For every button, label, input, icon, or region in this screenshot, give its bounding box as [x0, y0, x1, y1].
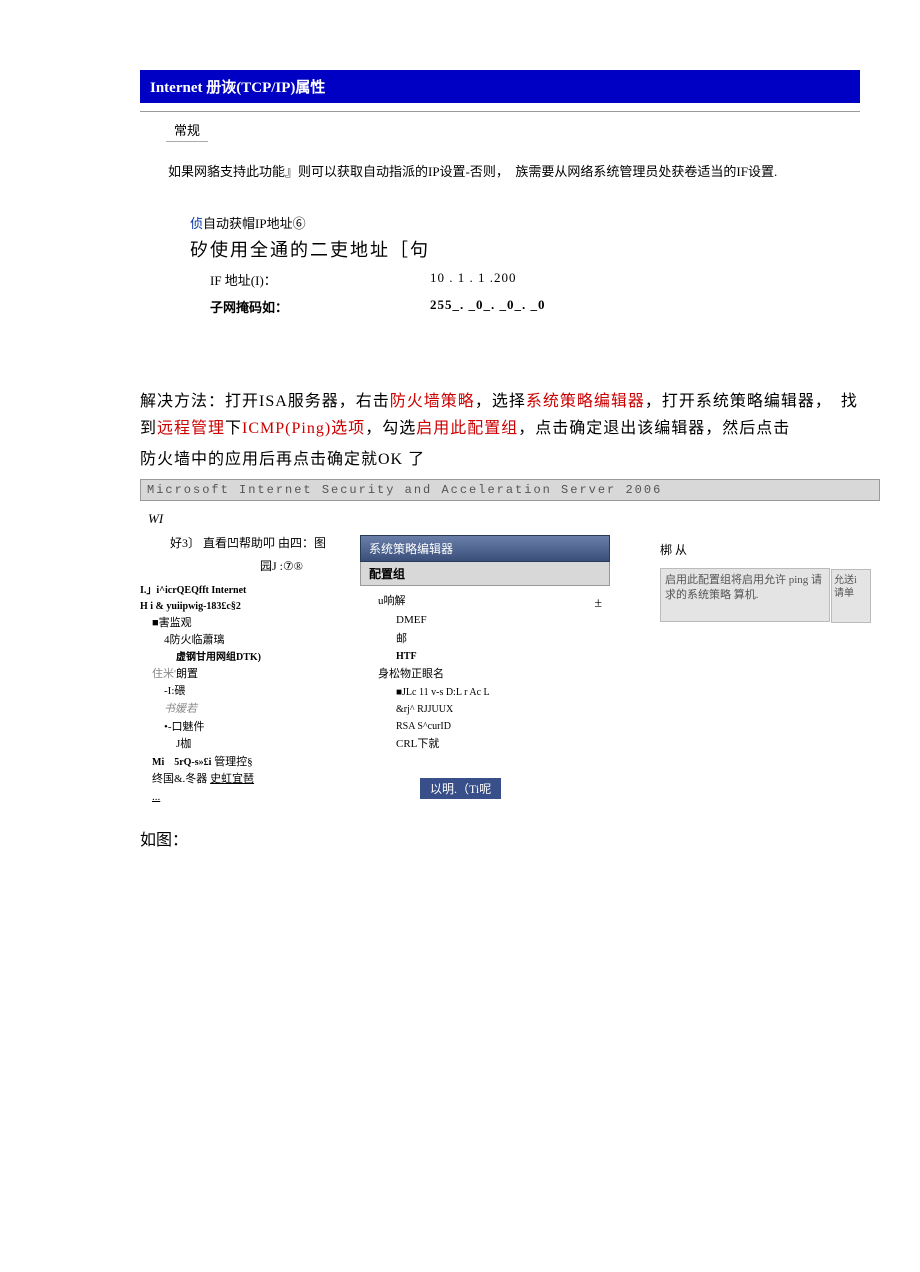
- isa-toolbar-row[interactable]: 园J :⑦®: [260, 557, 360, 576]
- tree-node-6[interactable]: 书媛若: [164, 701, 360, 719]
- isa-menu-row[interactable]: 好3〕 直看凹帮助叩 由四：图: [170, 534, 360, 553]
- spe-item-dmef[interactable]: DMEF: [396, 611, 602, 630]
- spe-item-6[interactable]: ■JLc 11 v-s D:L r Ac L: [396, 684, 602, 701]
- radio-auto-ip-label: 自动获帽IP地址⑥: [203, 216, 306, 231]
- figure-caption: 如图：: [140, 826, 860, 850]
- system-policy-editor: 系统策略编辑器 配置组 u响解± DMEF 邮 HTF 身松物正眼名 ■JLc …: [360, 535, 610, 798]
- right-description-box: 启用此配置组将启用允许 ping 请求的系统策略 算机. 允送i 请单: [660, 568, 830, 622]
- tree-node-10[interactable]: 终国&.冬器 史虹宜琶: [152, 771, 360, 789]
- right-tab-label[interactable]: 梆 从: [660, 541, 830, 558]
- ip-address-value[interactable]: 10 . 1 . 1 .200: [430, 270, 517, 289]
- spe-titlebar: 系统策略编辑器: [360, 535, 610, 562]
- tree-node-config[interactable]: 住米'朗置: [152, 666, 360, 684]
- solution-paragraph-2: 防火墙中的应用后再点击确定就OK 了: [140, 446, 860, 473]
- tab-general[interactable]: 常规: [166, 118, 208, 142]
- isa-titlebar: Microsoft Internet Security and Accelera…: [140, 479, 880, 501]
- tcpip-description: 如果网貉支持此功能』则可以获取自动指派的IP设置-否则， 族需要从网络系统管理员…: [168, 162, 832, 183]
- spe-item-auth[interactable]: 身松物正眼名: [378, 665, 602, 684]
- solution-paragraph: 解决方法：打开ISA服务器，右击防火墙策略，选择系统策略编辑器，打开系统策略编辑…: [140, 388, 860, 442]
- tree-node-7[interactable]: •-口魅件: [164, 719, 360, 737]
- tree-node-monitor[interactable]: ■害监观: [152, 615, 360, 633]
- subnet-mask-label: 子网掩码如：: [210, 297, 430, 316]
- tcpip-panel: 常规 如果网貉支持此功能』则可以获取自动指派的IP设置-否则， 族需要从网络系统…: [140, 111, 860, 364]
- spe-item-crl[interactable]: CRL下就: [396, 735, 602, 754]
- spe-item-htf[interactable]: HTF: [396, 648, 602, 665]
- tree-node-5[interactable]: -I:碨: [164, 683, 360, 701]
- isa-window: Microsoft Internet Security and Accelera…: [140, 479, 880, 810]
- tree-node-8[interactable]: J枷: [176, 736, 360, 754]
- ip-address-label: IF 地址(I)：: [210, 270, 430, 289]
- tree-node-server[interactable]: H i & yuiipwig-183£c§2: [140, 599, 360, 615]
- tree-node-9[interactable]: Mi 5rQ-s»£i 管理控§: [152, 754, 360, 772]
- ip-address-row: IF 地址(I)： 10 . 1 . 1 .200: [210, 270, 840, 289]
- tcpip-titlebar: Internet 册诙(TCP/IP)属性: [140, 70, 860, 103]
- wi-label: WI: [148, 509, 360, 530]
- tree-node-firewall[interactable]: 4防火临蕭璃: [164, 632, 360, 650]
- radio-auto-ip-prefix: 侦: [190, 216, 203, 231]
- spe-item-7[interactable]: &rj^ RJJUUX: [396, 701, 602, 718]
- ok-button[interactable]: 以明.（Ti呢: [420, 778, 501, 799]
- spe-item-1[interactable]: u响解±: [378, 592, 602, 611]
- subnet-mask-value[interactable]: 255_. _0_. _0_. _0: [430, 297, 546, 316]
- tree-node-ellipsis[interactable]: ...: [152, 789, 360, 807]
- radio-use-ip[interactable]: 矽使用全通的二吏地址［句: [190, 236, 840, 262]
- tree-root-internet[interactable]: I.」i^icrQEQfft Internet: [140, 583, 360, 599]
- radio-auto-ip[interactable]: 侦自动获帽IP地址⑥: [190, 213, 840, 232]
- spe-right-panel: 梆 从 启用此配置组将启用允许 ping 请求的系统策略 算机. 允送i 请单: [660, 541, 830, 622]
- subnet-mask-row: 子网掩码如： 255_. _0_. _0_. _0: [210, 297, 840, 316]
- right-description-box2: 允送i 请单: [831, 569, 871, 623]
- tree-node-dtk[interactable]: 虚钢甘用网组DTK): [176, 650, 360, 666]
- isa-tree-panel: WI 好3〕 直看凹帮助叩 由四：图 园J :⑦® I.」i^icrQEQfft…: [140, 505, 360, 806]
- expand-icon[interactable]: ±: [594, 592, 602, 616]
- spe-item-mail[interactable]: 邮: [396, 630, 602, 649]
- spe-item-rsa[interactable]: RSA S^curID: [396, 718, 602, 735]
- spe-config-group-header: 配置组: [360, 562, 610, 586]
- spe-list: u响解± DMEF 邮 HTF 身松物正眼名 ■JLc 11 v-s D:L r…: [360, 586, 610, 759]
